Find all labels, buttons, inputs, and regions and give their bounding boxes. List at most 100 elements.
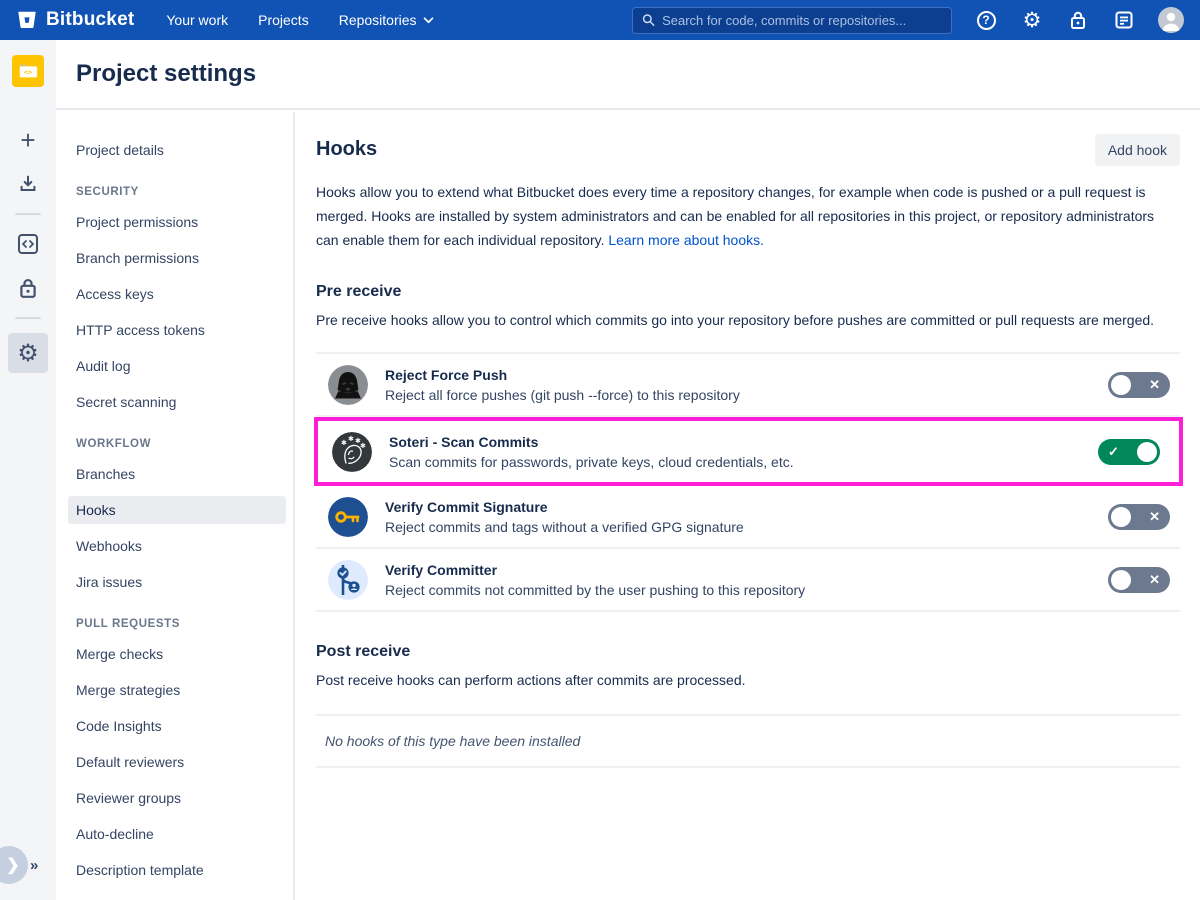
hook-name: Soteri - Scan Commits [389, 434, 794, 450]
sidebar-item-description-template[interactable]: Description template [68, 856, 286, 884]
bitbucket-logo[interactable]: Bitbucket [16, 9, 134, 31]
hook-toggle-reject-force-push-off[interactable]: ✕ [1108, 372, 1170, 398]
sidebar-item-default-reviewers[interactable]: Default reviewers [68, 748, 286, 776]
topbar-link-your-work[interactable]: Your work [166, 12, 228, 28]
hook-name: Verify Committer [385, 562, 805, 578]
gear-icon[interactable]: ⚙ [1020, 8, 1044, 32]
rail-divider [15, 213, 41, 215]
pre-receive-hook-list: Reject Force Push Reject all force pushes… [316, 352, 1180, 612]
add-hook-button[interactable]: Add hook [1095, 134, 1180, 166]
hook-row-reject-force-push: Reject Force Push Reject all force pushes… [316, 354, 1180, 417]
page-header: Project settings [56, 40, 1200, 110]
svg-text:<>: <> [24, 68, 32, 76]
topbar-link-label: Repositories [339, 12, 417, 28]
sidebar-item-project-permissions[interactable]: Project permissions [68, 208, 286, 236]
cross-icon: ✕ [1149, 504, 1160, 530]
nav-section-header-workflow: WORKFLOW [76, 438, 283, 450]
sidebar-item-project-details[interactable]: Project details [68, 136, 286, 164]
sidebar-item-branches[interactable]: Branches [68, 460, 286, 488]
icon-rail: <> + ⚙ ❯ » [0, 40, 56, 900]
import-download-icon[interactable] [11, 169, 45, 199]
hooks-heading: Hooks [316, 138, 377, 161]
post-receive-description: Post receive hooks can perform actions a… [316, 668, 1166, 692]
key-avatar [328, 497, 368, 537]
toggle-knob[interactable] [1137, 442, 1157, 462]
rail-divider [15, 317, 41, 319]
hook-description: Reject all force pushes (git push --forc… [385, 387, 740, 403]
folder-code-icon: <> [17, 60, 39, 82]
sidebar-item-audit-log[interactable]: Audit log [68, 352, 286, 380]
sidebar-item-secret-scanning[interactable]: Secret scanning [68, 388, 286, 416]
toggle-knob[interactable] [1111, 375, 1131, 395]
search-input[interactable] [662, 13, 942, 28]
settings-nav-panel: Project details SECURITY Project permissio… [56, 112, 295, 900]
svg-text:✱: ✱ [360, 442, 366, 450]
topbar-link-label: Projects [258, 12, 309, 28]
pre-receive-description: Pre receive hooks allow you to control w… [316, 308, 1166, 332]
hook-name: Reject Force Push [385, 367, 740, 383]
hook-row-soteri-scan-commits: ✱✱✱✱ Soteri - Scan Commits Scan commits fo… [320, 421, 1170, 482]
cross-icon: ✕ [1149, 567, 1160, 593]
expand-double-chevron-icon[interactable]: » [30, 857, 38, 874]
hook-row-verify-committer: Verify Committer Reject commits not commi… [316, 549, 1180, 612]
page-title: Project settings [76, 60, 256, 88]
committer-avatar [328, 560, 368, 600]
learn-more-link[interactable]: Learn more about hooks. [608, 232, 764, 248]
toggle-knob[interactable] [1111, 570, 1131, 590]
user-avatar[interactable] [1158, 7, 1184, 33]
lock-icon[interactable] [11, 273, 45, 303]
topbar-nav: Your work Projects Repositories [166, 12, 433, 28]
check-icon: ✓ [1108, 439, 1119, 465]
top-navigation-bar: Bitbucket Your workProjectsRepositories … [0, 0, 1200, 40]
hook-toggle-verify-commit-signature-off[interactable]: ✕ [1108, 504, 1170, 530]
hook-toggle-soteri-scan-commits-on[interactable]: ✓ [1098, 439, 1160, 465]
sidebar-item-default-tasks[interactable]: Default tasks [68, 892, 286, 900]
sidebar-item-access-keys[interactable]: Access keys [68, 280, 286, 308]
cross-icon: ✕ [1149, 372, 1160, 398]
sidebar-item-hooks[interactable]: Hooks [68, 496, 286, 524]
sidebar-item-reviewer-groups[interactable]: Reviewer groups [68, 784, 286, 812]
search-icon [642, 13, 655, 27]
sidebar-item-webhooks[interactable]: Webhooks [68, 532, 286, 560]
sidebar-item-auto-decline[interactable]: Auto-decline [68, 820, 286, 848]
global-search[interactable] [632, 7, 952, 34]
highlight-annotation-box: ✱✱✱✱ Soteri - Scan Commits Scan commits fo… [314, 417, 1183, 486]
pre-receive-heading: Pre receive [316, 283, 1180, 301]
create-plus-icon[interactable]: + [11, 125, 45, 155]
help-icon[interactable]: ? [974, 8, 998, 32]
sidebar-item-jira-issues[interactable]: Jira issues [68, 568, 286, 596]
hooks-intro: Hooks allow you to extend what Bitbucket… [316, 180, 1180, 252]
hook-description: Scan commits for passwords, private keys… [389, 454, 794, 470]
hook-description: Reject commits and tags without a verifi… [385, 519, 744, 535]
project-avatar[interactable]: <> [12, 55, 44, 87]
soteri-avatar: ✱✱✱✱ [332, 432, 372, 472]
settings-gear-icon-selected[interactable]: ⚙ [8, 333, 48, 373]
nav-section-header-security: SECURITY [76, 186, 283, 198]
sidebar-item-merge-strategies[interactable]: Merge strategies [68, 676, 286, 704]
sidebar-item-branch-permissions[interactable]: Branch permissions [68, 244, 286, 272]
vader-avatar [328, 365, 368, 405]
hook-name: Verify Commit Signature [385, 499, 744, 515]
hook-row-verify-commit-signature: Verify Commit Signature Reject commits an… [316, 486, 1180, 549]
topbar-link-repositories[interactable]: Repositories [339, 12, 434, 28]
feedback-icon[interactable] [1112, 8, 1136, 32]
code-icon[interactable] [11, 229, 45, 259]
sidebar-item-merge-checks[interactable]: Merge checks [68, 640, 286, 668]
sidebar-item-http-access-tokens[interactable]: HTTP access tokens [68, 316, 286, 344]
sidebar-item-code-insights[interactable]: Code Insights [68, 712, 286, 740]
lock-icon[interactable] [1066, 8, 1090, 32]
topbar-link-label: Your work [166, 12, 228, 28]
nav-section-header-pull-requests: PULL REQUESTS [76, 618, 283, 630]
hooks-settings-main: Hooks Add hook Hooks allow you to extend… [297, 112, 1200, 900]
toggle-knob[interactable] [1111, 507, 1131, 527]
svg-text:✱: ✱ [341, 439, 347, 447]
expand-chevron-icon[interactable]: ❯ [0, 846, 28, 884]
svg-text:✱: ✱ [348, 435, 354, 443]
topbar-link-projects[interactable]: Projects [258, 12, 309, 28]
sidebar-expand: ❯ » [0, 846, 38, 884]
post-receive-empty-message: No hooks of this type have been installe… [316, 714, 1180, 768]
hook-toggle-verify-committer-off[interactable]: ✕ [1108, 567, 1170, 593]
brand-name: Bitbucket [46, 9, 134, 31]
person-icon [1158, 7, 1184, 33]
hook-description: Reject commits not committed by the user… [385, 582, 805, 598]
